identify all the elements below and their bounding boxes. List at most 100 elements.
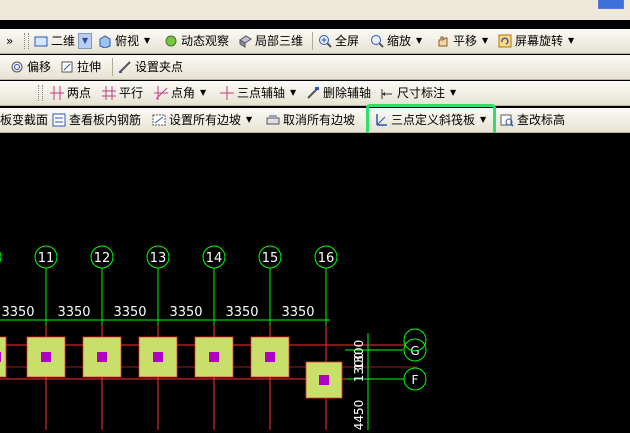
cube-icon (98, 34, 112, 49)
column (319, 375, 329, 385)
delete-axis-button[interactable]: 删除辅轴 (306, 83, 371, 103)
axis-label: 16 (318, 251, 335, 266)
toolbar-slab: 板变截面 查看板内钢筋 设置所有边坡 ▼ 取消所有边坡 三点定义斜筏板 ▼ 查改标高 (0, 108, 630, 133)
dropdown-arrow-icon[interactable]: ▼ (246, 110, 252, 130)
dimension-button[interactable]: 尺寸标注 ▼ (380, 83, 456, 103)
dropdown-arrow-icon[interactable]: ▼ (450, 83, 456, 103)
rotate-icon (498, 34, 512, 48)
local-3d-label: 局部三维 (255, 34, 304, 48)
set-all-slopes-label: 设置所有边坡 (169, 113, 242, 127)
set-all-slopes-button[interactable]: 设置所有边坡 ▼ (152, 110, 252, 130)
toolbar-grip[interactable] (38, 85, 43, 101)
eraser-icon (306, 86, 320, 100)
parallel-label: 平行 (119, 86, 144, 100)
stretch-icon (60, 60, 74, 74)
slab-section-button[interactable]: 板变截面 (0, 110, 48, 130)
hand-pan-icon (436, 34, 450, 48)
view-2d-dropdown[interactable]: 二维 ▼ (34, 31, 93, 51)
toolbar-edit: 偏移 拉伸 设置夹点 (0, 55, 630, 80)
stretch-button[interactable]: 拉伸 (60, 57, 101, 77)
drawing-canvas[interactable]: 11 12 13 14 15 16 3350 3350 3350 3350 3350 3350 G F 13… (0, 133, 630, 430)
view-rebar-icon (52, 113, 66, 127)
parallel-axis-icon (102, 86, 116, 100)
cancel-slope-icon (266, 113, 280, 127)
three-point-axis-label: 三点辅轴 (237, 86, 286, 100)
window-title-strip (0, 0, 630, 20)
set-grip-button[interactable]: 设置夹点 (118, 57, 183, 77)
dropdown-arrow-icon[interactable]: ▼ (568, 31, 574, 51)
view-2d-label: 二维 (51, 34, 76, 48)
offset-icon (10, 60, 24, 74)
vertical-dimension: 1300 (352, 352, 366, 383)
pan-button[interactable]: 平移 ▼ (436, 31, 488, 51)
point-angle-button[interactable]: 点角 ▼ (154, 83, 206, 103)
span-dimension: 3350 (225, 305, 258, 320)
fullscreen-label: 全屏 (335, 34, 360, 48)
view-rebar-label: 查看板内钢筋 (69, 113, 142, 127)
column (97, 352, 107, 362)
zoom-button[interactable]: 缩放 ▼ (370, 31, 422, 51)
three-point-axis-icon (220, 86, 234, 100)
elevation-icon (500, 113, 514, 127)
column (0, 352, 1, 362)
local-3d-button[interactable]: 局部三维 (238, 31, 303, 51)
zoom-label: 缩放 (387, 34, 412, 48)
magnifier-plus-icon (318, 34, 332, 48)
drawing-svg[interactable]: 11 12 13 14 15 163350 3350 3350 3350 3350 3350GF13… (0, 133, 630, 430)
row-axis-label: F (412, 373, 419, 387)
three-point-axis-button[interactable]: 三点辅轴 ▼ (220, 83, 296, 103)
span-dimension: 3350 (281, 305, 314, 320)
point-angle-label: 点角 (171, 86, 196, 100)
column (41, 352, 51, 362)
3d-box-icon (238, 34, 252, 48)
monitor-icon (34, 34, 48, 48)
top-view-label: 俯视 (115, 34, 140, 48)
axis-bubble-partial (0, 251, 2, 263)
toolbar-separator (112, 58, 113, 76)
two-point-axis-icon (50, 86, 64, 100)
column (265, 352, 275, 362)
offset-button[interactable]: 偏移 (10, 57, 51, 77)
dropdown-arrow-icon[interactable]: ▼ (482, 31, 488, 51)
offset-label: 偏移 (27, 60, 52, 74)
dropdown-arrow-icon[interactable]: ▼ (416, 31, 422, 51)
span-dimension: 3350 (169, 305, 202, 320)
toolbar-expand-button[interactable]: » (6, 31, 13, 51)
dynamic-observe-label: 动态观察 (181, 34, 230, 48)
dropdown-arrow-icon[interactable]: ▼ (200, 83, 206, 103)
window-control-button[interactable] (598, 0, 624, 9)
column (153, 352, 163, 362)
fullscreen-button[interactable]: 全屏 (318, 31, 359, 51)
toolbar-grip[interactable] (24, 33, 29, 49)
dynamic-observe-button[interactable]: 动态观察 (164, 31, 229, 51)
two-point-button[interactable]: 两点 (50, 83, 91, 103)
rotate-screen-button[interactable]: 屏幕旋转 ▼ (498, 31, 574, 51)
span-dimension: 3350 (57, 305, 90, 320)
span-dimension: 3350 (1, 305, 34, 320)
pan-label: 平移 (453, 34, 478, 48)
set-grip-label: 设置夹点 (135, 60, 184, 74)
zoom-icon (370, 34, 384, 48)
slab-section-label: 板变截面 (0, 113, 49, 127)
parallel-button[interactable]: 平行 (102, 83, 143, 103)
axis-label: 11 (38, 251, 55, 266)
stretch-label: 拉伸 (77, 60, 102, 74)
slope-icon (152, 113, 166, 127)
chevron-down-icon[interactable]: ▼ (78, 33, 93, 49)
axis-label: 15 (262, 251, 279, 266)
check-elevation-label: 查改标高 (517, 113, 566, 127)
top-view-button[interactable]: 俯视 ▼ (98, 31, 150, 51)
cancel-all-slopes-button[interactable]: 取消所有边坡 (266, 110, 355, 130)
axis-label: 13 (150, 251, 167, 266)
dimension-icon (380, 86, 394, 100)
delete-axis-label: 删除辅轴 (323, 86, 372, 100)
dropdown-arrow-icon[interactable]: ▼ (144, 31, 150, 51)
check-elevation-button[interactable]: 查改标高 (500, 110, 565, 130)
cancel-all-slopes-label: 取消所有边坡 (283, 113, 356, 127)
dropdown-arrow-icon[interactable]: ▼ (290, 83, 296, 103)
toolbar-separator (312, 32, 313, 50)
view-rebar-button[interactable]: 查看板内钢筋 (52, 110, 141, 130)
span-dimension: 3350 (113, 305, 146, 320)
expand-label: » (6, 34, 14, 48)
axis-label: 14 (206, 251, 223, 266)
